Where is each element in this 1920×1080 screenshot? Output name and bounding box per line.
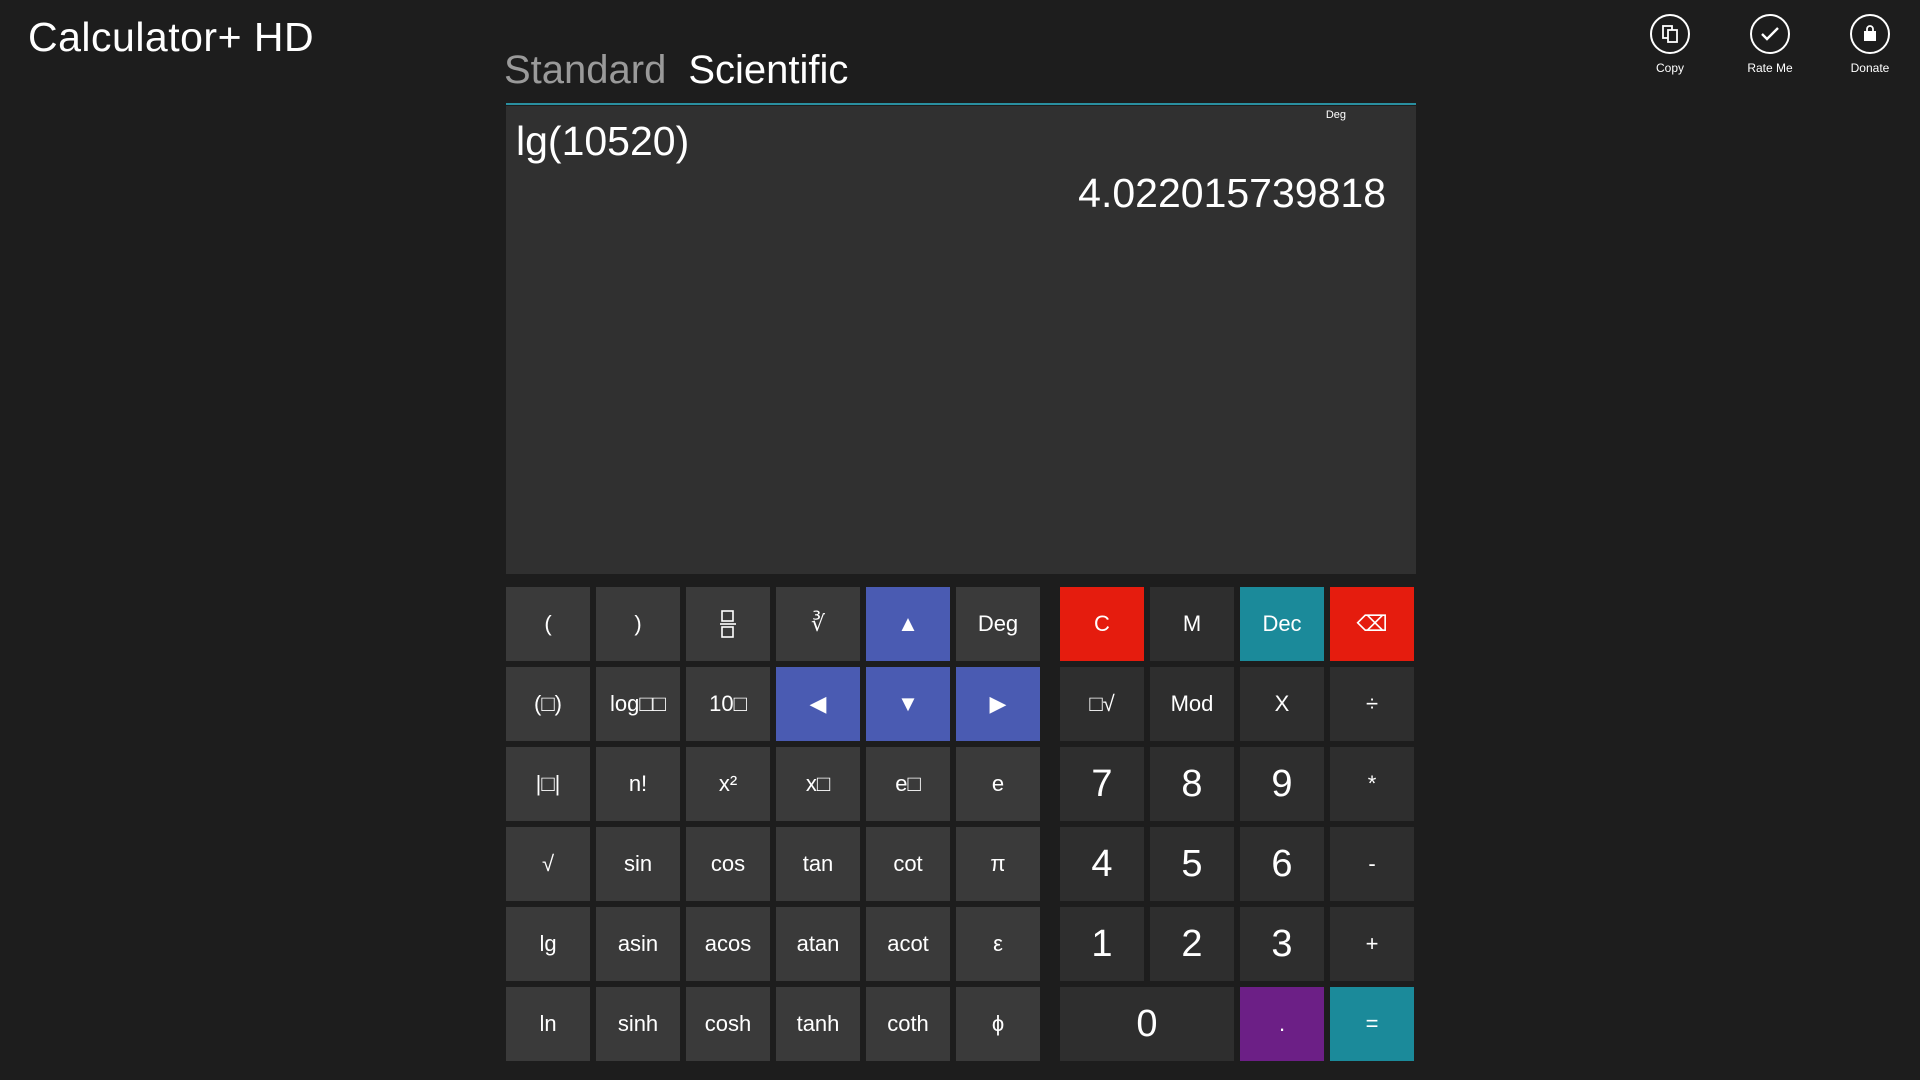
deg-key[interactable]: Deg: [956, 587, 1040, 661]
ten-power-key[interactable]: 10□: [686, 667, 770, 741]
donate-button[interactable]: Donate: [1820, 14, 1920, 75]
x-key[interactable]: X: [1240, 667, 1324, 741]
tab-standard[interactable]: Standard: [504, 48, 666, 93]
shopping-bag-icon: [1850, 14, 1890, 54]
cosh-key[interactable]: cosh: [686, 987, 770, 1061]
absolute-value-key[interactable]: |□|: [506, 747, 590, 821]
digit-6-key[interactable]: 6: [1240, 827, 1324, 901]
acot-key[interactable]: acot: [866, 907, 950, 981]
multiply-key[interactable]: *: [1330, 747, 1414, 821]
exp-power-key[interactable]: e□: [866, 747, 950, 821]
acos-key[interactable]: acos: [686, 907, 770, 981]
close-paren-key[interactable]: ): [596, 587, 680, 661]
copy-button[interactable]: Copy: [1620, 14, 1720, 75]
mode-tabs: Standard Scientific: [504, 48, 848, 93]
keypad: ( ) ∛ ▲ Deg (□) log□□ 10□ ◀ ▼ ▶ |□| n! x…: [506, 587, 1416, 1063]
add-key[interactable]: +: [1330, 907, 1414, 981]
digit-9-key[interactable]: 9: [1240, 747, 1324, 821]
mod-key[interactable]: Mod: [1150, 667, 1234, 741]
parentheses-key[interactable]: (□): [506, 667, 590, 741]
clear-key[interactable]: C: [1060, 587, 1144, 661]
coth-key[interactable]: coth: [866, 987, 950, 1061]
calculator-display: Deg lg(10520) 4.022015739818: [506, 106, 1416, 574]
copy-icon: [1650, 14, 1690, 54]
nth-root-key[interactable]: □√: [1060, 667, 1144, 741]
digit-7-key[interactable]: 7: [1060, 747, 1144, 821]
checkmark-icon: [1750, 14, 1790, 54]
fraction-key[interactable]: [686, 587, 770, 661]
cursor-up-key[interactable]: ▲: [866, 587, 950, 661]
atan-key[interactable]: atan: [776, 907, 860, 981]
tab-scientific[interactable]: Scientific: [688, 48, 848, 93]
digit-0-key[interactable]: 0: [1060, 987, 1234, 1061]
tanh-key[interactable]: tanh: [776, 987, 860, 1061]
equals-key[interactable]: =: [1330, 987, 1414, 1061]
epsilon-key[interactable]: ε: [956, 907, 1040, 981]
power-key[interactable]: x□: [776, 747, 860, 821]
cube-root-key[interactable]: ∛: [776, 587, 860, 661]
cot-key[interactable]: cot: [866, 827, 950, 901]
donate-label: Donate: [1850, 61, 1890, 75]
fraction-icon: [720, 610, 736, 638]
rate-me-button[interactable]: Rate Me: [1720, 14, 1820, 75]
log-base-key[interactable]: log□□: [596, 667, 680, 741]
euler-key[interactable]: e: [956, 747, 1040, 821]
decimal-point-key[interactable]: .: [1240, 987, 1324, 1061]
copy-label: Copy: [1655, 61, 1684, 75]
cos-key[interactable]: cos: [686, 827, 770, 901]
tan-key[interactable]: tan: [776, 827, 860, 901]
digit-4-key[interactable]: 4: [1060, 827, 1144, 901]
sinh-key[interactable]: sinh: [596, 987, 680, 1061]
rate-me-label: Rate Me: [1747, 61, 1793, 75]
pi-key[interactable]: π: [956, 827, 1040, 901]
sqrt-key[interactable]: √: [506, 827, 590, 901]
ln-key[interactable]: ln: [506, 987, 590, 1061]
digit-2-key[interactable]: 2: [1150, 907, 1234, 981]
digit-1-key[interactable]: 1: [1060, 907, 1144, 981]
app-title: Calculator+ HD: [28, 14, 315, 60]
result-text: 4.022015739818: [1078, 170, 1386, 216]
phi-key[interactable]: ϕ: [956, 987, 1040, 1061]
subtract-key[interactable]: -: [1330, 827, 1414, 901]
cursor-right-key[interactable]: ▶: [956, 667, 1040, 741]
square-key[interactable]: x²: [686, 747, 770, 821]
expression-text: lg(10520): [516, 118, 690, 164]
divide-key[interactable]: ÷: [1330, 667, 1414, 741]
angle-mode-indicator: Deg: [1325, 109, 1346, 121]
tab-underline: [506, 103, 1416, 105]
cursor-down-key[interactable]: ▼: [866, 667, 950, 741]
backspace-key[interactable]: ⌫: [1330, 587, 1414, 661]
cursor-left-key[interactable]: ◀: [776, 667, 860, 741]
factorial-key[interactable]: n!: [596, 747, 680, 821]
dec-mode-key[interactable]: Dec: [1240, 587, 1324, 661]
asin-key[interactable]: asin: [596, 907, 680, 981]
digit-3-key[interactable]: 3: [1240, 907, 1324, 981]
lg-key[interactable]: lg: [506, 907, 590, 981]
memory-key[interactable]: M: [1150, 587, 1234, 661]
digit-5-key[interactable]: 5: [1150, 827, 1234, 901]
open-paren-key[interactable]: (: [506, 587, 590, 661]
sin-key[interactable]: sin: [596, 827, 680, 901]
digit-8-key[interactable]: 8: [1150, 747, 1234, 821]
app-bar: Copy Rate Me Donate: [1620, 14, 1920, 75]
